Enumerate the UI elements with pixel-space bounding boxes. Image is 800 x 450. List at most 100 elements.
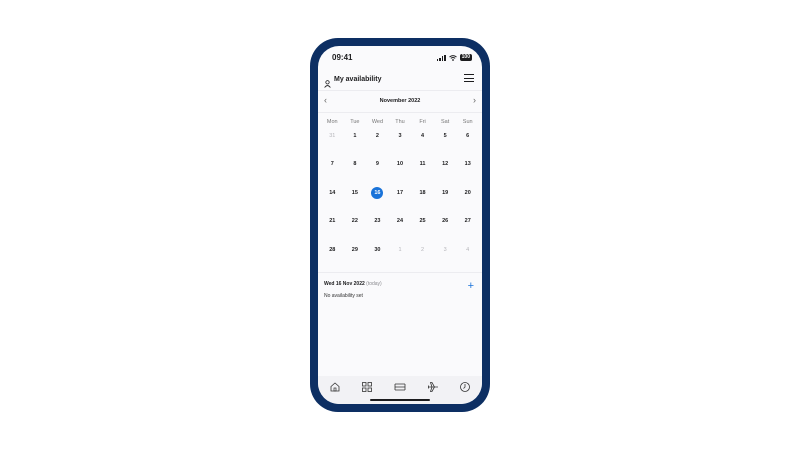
calendar-day[interactable]: 22: [344, 214, 367, 242]
page-header: My availability: [318, 70, 482, 90]
menu-icon[interactable]: [464, 74, 474, 85]
header-divider: [318, 90, 482, 91]
calendar-day-number: 4: [421, 133, 425, 139]
clock-icon[interactable]: [459, 381, 471, 393]
calendar-day[interactable]: 24: [389, 214, 412, 242]
calendar-day[interactable]: 12: [434, 157, 457, 185]
availability-status: No availability set: [324, 293, 363, 299]
weekday-label: Tue: [350, 119, 360, 125]
calendar-day[interactable]: 3: [434, 243, 457, 271]
calendar-day[interactable]: 3: [389, 129, 412, 157]
calendar-day[interactable]: 5: [434, 129, 457, 157]
calendar-day[interactable]: 9: [366, 157, 389, 185]
calendar-day[interactable]: 29: [344, 243, 367, 271]
calendar-day-number: 24: [396, 218, 404, 225]
calendar-day[interactable]: 10: [389, 157, 412, 185]
calendar-day-number: 3: [398, 133, 402, 139]
calendar-day-number: 2: [375, 133, 379, 139]
calendar-day[interactable]: 17: [389, 186, 412, 214]
calendar-day-number: 30: [374, 246, 381, 253]
plane-icon[interactable]: [427, 381, 439, 393]
calendar-day[interactable]: 25: [411, 214, 434, 242]
calendar-day-number: 26: [442, 218, 449, 225]
calendar-day-number: 3: [443, 246, 447, 253]
chevron-right-icon[interactable]: ›: [473, 95, 476, 105]
today-tag: (today): [366, 281, 382, 287]
weekday-label: Wed: [371, 119, 384, 125]
status-time: 09:41: [332, 53, 353, 62]
calendar-day-number: 11: [419, 161, 426, 168]
month-navigation: ‹ November 2022 ›: [318, 92, 482, 110]
calendar-day-number: 23: [374, 218, 381, 225]
weekday-label: Mon: [326, 119, 338, 125]
calendar-day-number: 12: [442, 161, 449, 168]
calendar-day[interactable]: 15: [344, 186, 367, 214]
calendar-day[interactable]: 11: [411, 157, 434, 185]
calendar-day-number: 10: [396, 161, 404, 168]
weekday-header: Mon Tue Wed Thu Fri Sat Sun: [321, 119, 479, 125]
grid-icon[interactable]: [361, 381, 373, 393]
calendar-day[interactable]: 31: [321, 129, 344, 157]
battery-indicator: 100: [459, 54, 472, 61]
calendar-day[interactable]: 14: [321, 186, 344, 214]
weekday-label: Thu: [395, 119, 405, 125]
bed-icon[interactable]: [394, 381, 406, 393]
calendar-day-number: 9: [375, 161, 379, 168]
calendar-day-number: 8: [353, 161, 357, 168]
signal-icon: [436, 54, 446, 61]
calendar-day[interactable]: 23: [366, 214, 389, 242]
calendar-day[interactable]: 2: [411, 243, 434, 271]
calendar-day[interactable]: 4: [411, 129, 434, 157]
month-divider: [318, 112, 482, 113]
calendar-day-number: 4: [466, 246, 470, 253]
calendar-day[interactable]: 28: [321, 243, 344, 271]
calendar-day[interactable]: 7: [321, 157, 344, 185]
calendar-day-number: 6: [466, 133, 470, 139]
calendar-day[interactable]: 19: [434, 186, 457, 214]
calendar-day-number: 14: [329, 189, 336, 196]
calendar-day[interactable]: 13: [456, 157, 479, 185]
home-indicator: [370, 399, 430, 401]
calendar-day-number: 28: [329, 246, 336, 253]
calendar-divider: [318, 272, 482, 273]
calendar-day-number: 7: [330, 161, 334, 168]
status-bar: 09:41 100: [318, 46, 482, 68]
calendar-day-number: 31: [329, 133, 336, 139]
calendar-day-number: 21: [329, 218, 336, 225]
calendar-day-number: 29: [351, 246, 358, 253]
calendar-day[interactable]: 6: [456, 129, 479, 157]
selected-date-label: Wed 16 Nov 2022: [324, 281, 365, 287]
calendar-day-number: 19: [442, 189, 449, 196]
calendar-day[interactable]: 2: [366, 129, 389, 157]
calendar-day-number: 15: [351, 189, 358, 196]
calendar-day-today[interactable]: 16: [366, 186, 389, 214]
calendar-day-number: 2: [421, 246, 425, 253]
add-availability-button[interactable]: +: [468, 281, 474, 292]
app-screen: 09:41 100 My availability ‹ November 202…: [318, 46, 482, 404]
calendar-day[interactable]: 18: [411, 186, 434, 214]
weekday-label: Sun: [462, 119, 473, 125]
calendar-day[interactable]: 27: [456, 214, 479, 242]
calendar-day[interactable]: 21: [321, 214, 344, 242]
calendar-day-number: 13: [464, 161, 471, 168]
calendar-day-number: 20: [464, 189, 471, 196]
calendar-day-number: 22: [351, 218, 358, 225]
calendar-day-number: 5: [443, 133, 447, 139]
calendar-day[interactable]: 1: [344, 129, 367, 157]
calendar-day[interactable]: 1: [389, 243, 412, 271]
calendar-day-number: 16: [371, 186, 384, 199]
calendar-day[interactable]: 26: [434, 214, 457, 242]
page-title: My availability: [334, 76, 382, 83]
calendar-day[interactable]: 4: [456, 243, 479, 271]
calendar-grid: 31 1 2 3 4 5 6 7 8 9 10 11 12 13 14 15 16 17 18 19 20 21 22 23 2…: [321, 129, 479, 271]
wifi-icon: [448, 54, 457, 61]
weekday-label: Sat: [441, 119, 450, 125]
calendar-day[interactable]: 8: [344, 157, 367, 185]
calendar-day[interactable]: 20: [456, 186, 479, 214]
calendar-day-number: 17: [396, 189, 404, 196]
month-label: November 2022: [379, 98, 421, 104]
calendar-day-number: 27: [464, 218, 471, 225]
home-icon[interactable]: [329, 381, 341, 393]
calendar-day-number: 1: [353, 133, 357, 139]
calendar-day[interactable]: 30: [366, 243, 389, 271]
